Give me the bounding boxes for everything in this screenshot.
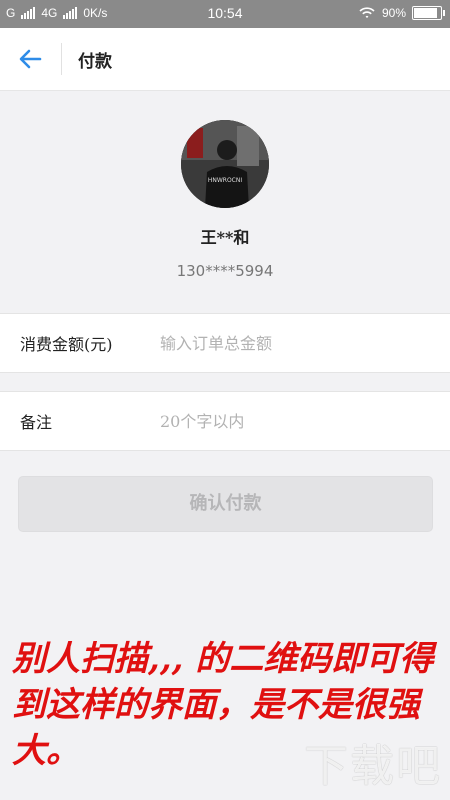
battery-percent: 90% [381,6,406,20]
wifi-icon [359,7,375,18]
note-label: 备注 [20,413,53,432]
arrow-left-icon [19,49,42,69]
confirm-payment-button[interactable]: 确认付款 [18,476,433,532]
amount-label: 消费金额(元) [20,335,113,354]
amount-input[interactable] [158,326,432,360]
status-bar: G 4G 0K/s 10:54 90% [0,0,450,28]
avatar: HNWROCNI [181,120,269,208]
header-divider [61,43,62,75]
avatar-caption: HNWROCNI [208,177,243,184]
avatar-image: HNWROCNI [181,120,269,208]
back-button[interactable] [14,42,48,76]
amount-row: 消费金额(元) [0,313,450,373]
battery-fill [414,8,437,18]
page-title: 付款 [78,52,112,72]
battery-icon [412,6,445,20]
payee-name: 王**和 [200,228,250,247]
status-right: 90% [358,6,445,20]
note-row: 备注 [0,391,450,451]
watermark-logo: 下载吧 [304,741,442,792]
payee-phone: 130****5994 [176,262,274,280]
app-header: 付款 [0,28,450,91]
note-input[interactable] [158,404,432,438]
